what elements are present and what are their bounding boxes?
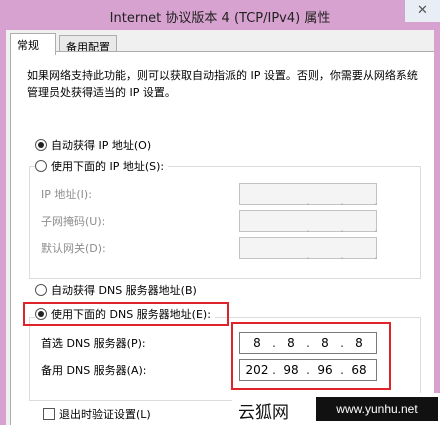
watermark-url: www.yunhu.net [316, 397, 438, 421]
tab-general-label: 常规 [17, 39, 39, 52]
ip-address-input: . . . [239, 183, 378, 208]
dns-manual-highlight [23, 302, 229, 326]
subnet-mask-input: . . . [239, 210, 378, 235]
close-button[interactable]: ✕ [404, 0, 440, 22]
default-gateway-label: 默认网关(D): [41, 242, 106, 255]
dns-auto-radio[interactable]: 自动获得 DNS 服务器地址(B) [35, 282, 197, 298]
ip-manual-radio[interactable]: 使用下面的 IP 地址(S): [35, 158, 169, 174]
dialog-client: 常规 备用配置 如果网络支持此功能，则可以获取自动指派的 IP 设置。否则，你需… [6, 30, 434, 425]
dns-values-highlight [231, 322, 391, 390]
ip-manual-label: 使用下面的 IP 地址(S): [51, 160, 165, 173]
ip-address-label: IP 地址(I): [41, 188, 92, 201]
ip-auto-radio[interactable]: 自动获得 IP 地址(O) [35, 137, 152, 153]
window-border-right [434, 30, 440, 425]
watermark: 云狐网 www.yunhu.net [232, 393, 440, 425]
close-icon: ✕ [417, 3, 428, 18]
validate-label: 退出时验证设置(L) [59, 408, 151, 421]
ip-auto-label: 自动获得 IP 地址(O) [51, 139, 152, 152]
dns-auto-radio-circle [35, 284, 47, 296]
dns-auto-label: 自动获得 DNS 服务器地址(B) [51, 284, 197, 297]
watermark-name: 云狐网 [238, 403, 289, 423]
ip-manual-radio-circle [35, 160, 47, 172]
ip-auto-radio-circle [35, 139, 47, 151]
validate-checkbox-box [43, 408, 55, 420]
subnet-mask-label: 子网掩码(U): [41, 215, 106, 228]
alternate-dns-label: 备用 DNS 服务器(A): [41, 364, 147, 377]
tab-general[interactable]: 常规 [10, 33, 56, 55]
general-panel: 如果网络支持此功能，则可以获取自动指派的 IP 设置。否则，你需要从网络系统管理… [10, 51, 434, 425]
preferred-dns-label: 首选 DNS 服务器(P): [41, 337, 146, 350]
validate-checkbox[interactable]: 退出时验证设置(L) [43, 406, 151, 422]
window-title: Internet 协议版本 4 (TCP/IPv4) 属性 [109, 11, 331, 26]
default-gateway-input: . . . [239, 237, 378, 262]
description-text: 如果网络支持此功能，则可以获取自动指派的 IP 设置。否则，你需要从网络系统管理… [27, 69, 418, 99]
title-bar: Internet 协议版本 4 (TCP/IPv4) 属性 ✕ [0, 0, 440, 30]
